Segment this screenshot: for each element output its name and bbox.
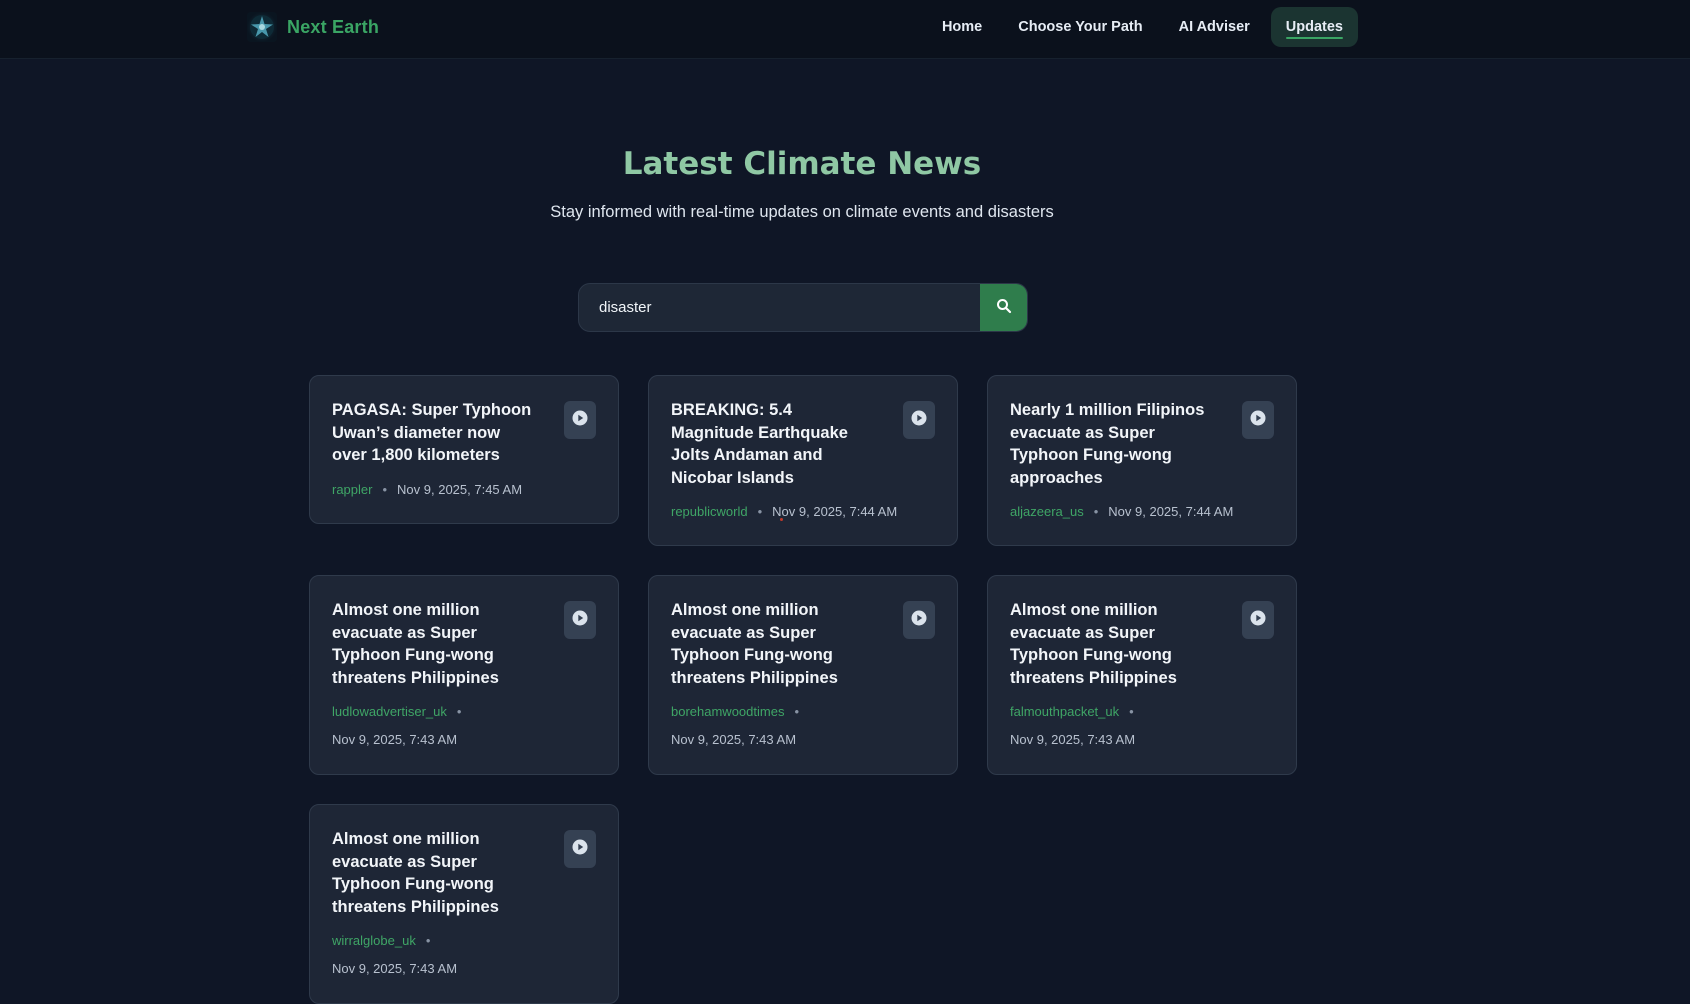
- separator-dot: •: [1093, 504, 1099, 519]
- play-icon: [572, 839, 588, 860]
- news-meta: republicworld • Nov 9, 2025, 7:44 AM: [671, 498, 935, 525]
- news-date: Nov 9, 2025, 7:43 AM: [671, 732, 797, 747]
- news-date: Nov 9, 2025, 7:44 AM: [772, 504, 898, 519]
- news-title: Almost one million evacuate as Super Typ…: [332, 601, 499, 687]
- play-icon: [1250, 410, 1266, 431]
- news-title: Almost one million evacuate as Super Typ…: [332, 830, 499, 916]
- play-button[interactable]: [1242, 401, 1274, 439]
- search-bar: [578, 283, 1028, 332]
- news-source: borehamwoodtimes: [671, 704, 785, 719]
- page-title: Latest Climate News: [622, 146, 982, 182]
- search-input[interactable]: [579, 284, 980, 331]
- separator-dot: •: [425, 933, 431, 948]
- news-card[interactable]: Almost one million evacuate as Super Typ…: [987, 575, 1297, 775]
- news-date: Nov 9, 2025, 7:43 AM: [1010, 732, 1136, 747]
- search-button[interactable]: [980, 284, 1027, 331]
- play-icon: [1250, 610, 1266, 631]
- main-nav: Home Choose Your Path AI Adviser Updates: [927, 7, 1358, 47]
- news-meta: wirralglobe_uk • Nov 9, 2025, 7:43 AM: [332, 927, 596, 983]
- news-meta: borehamwoodtimes • Nov 9, 2025, 7:43 AM: [671, 698, 935, 754]
- news-card[interactable]: PAGASA: Super Typhoon Uwan’s diameter no…: [309, 375, 619, 524]
- play-icon: [911, 410, 927, 431]
- news-meta: falmouthpacket_uk • Nov 9, 2025, 7:43 AM: [1010, 698, 1274, 754]
- top-nav-bar: Next Earth Home Choose Your Path AI Advi…: [0, 0, 1690, 59]
- news-card[interactable]: Nearly 1 million Filipinos evacuate as S…: [987, 375, 1297, 546]
- news-title: Nearly 1 million Filipinos evacuate as S…: [1010, 401, 1205, 487]
- news-source: falmouthpacket_uk: [1010, 704, 1120, 719]
- separator-dot: •: [382, 481, 388, 497]
- nav-updates[interactable]: Updates: [1270, 7, 1358, 47]
- news-card[interactable]: Almost one million evacuate as Super Typ…: [309, 804, 619, 1004]
- news-date: Nov 9, 2025, 7:45 AM: [397, 481, 523, 497]
- news-source: republicworld: [671, 504, 748, 519]
- brand[interactable]: Next Earth: [247, 12, 379, 42]
- news-title: Almost one million evacuate as Super Typ…: [1010, 601, 1177, 687]
- nav-choose-your-path[interactable]: Choose Your Path: [1003, 7, 1157, 47]
- separator-dot: •: [757, 504, 763, 519]
- news-card[interactable]: Almost one million evacuate as Super Typ…: [309, 575, 619, 775]
- star-globe-icon: [247, 12, 277, 42]
- news-grid: PAGASA: Super Typhoon Uwan’s diameter no…: [309, 375, 1297, 1004]
- news-date: Nov 9, 2025, 7:43 AM: [332, 961, 458, 976]
- news-title: BREAKING: 5.4 Magnitude Earthquake Jolts…: [671, 401, 848, 487]
- separator-dot: •: [1129, 704, 1134, 719]
- play-button[interactable]: [564, 830, 596, 868]
- news-meta: aljazeera_us • Nov 9, 2025, 7:44 AM: [1010, 498, 1274, 525]
- nav-ai-adviser[interactable]: AI Adviser: [1164, 7, 1265, 47]
- news-card[interactable]: BREAKING: 5.4 Magnitude Earthquake Jolts…: [648, 375, 958, 546]
- news-source: wirralglobe_uk: [332, 933, 416, 948]
- news-title: PAGASA: Super Typhoon Uwan’s diameter no…: [332, 401, 532, 464]
- news-source: rappler: [332, 481, 373, 497]
- news-card[interactable]: Almost one million evacuate as Super Typ…: [648, 575, 958, 775]
- news-date: Nov 9, 2025, 7:43 AM: [332, 732, 458, 747]
- separator-dot: •: [794, 704, 800, 719]
- brand-name: Next Earth: [287, 16, 380, 37]
- play-button[interactable]: [903, 601, 935, 639]
- page-subtitle: Stay informed with real-time updates on …: [550, 203, 1054, 221]
- play-icon: [572, 610, 588, 631]
- news-source: ludlowadvertiser_uk: [332, 704, 447, 719]
- play-button[interactable]: [1242, 601, 1274, 639]
- play-icon: [911, 610, 927, 631]
- news-meta: rappler • Nov 9, 2025, 7:45 AM: [332, 476, 596, 503]
- play-icon: [572, 410, 588, 431]
- search-icon: [996, 298, 1012, 317]
- play-button[interactable]: [903, 401, 935, 439]
- news-date: Nov 9, 2025, 7:44 AM: [1108, 504, 1234, 519]
- separator-dot: •: [456, 704, 462, 719]
- nav-home[interactable]: Home: [927, 7, 997, 47]
- news-title: Almost one million evacuate as Super Typ…: [671, 601, 838, 687]
- cursor-dot: [780, 518, 783, 521]
- play-button[interactable]: [564, 401, 596, 439]
- news-meta: ludlowadvertiser_uk • Nov 9, 2025, 7:43 …: [332, 698, 596, 754]
- news-source: aljazeera_us: [1010, 504, 1084, 519]
- play-button[interactable]: [564, 601, 596, 639]
